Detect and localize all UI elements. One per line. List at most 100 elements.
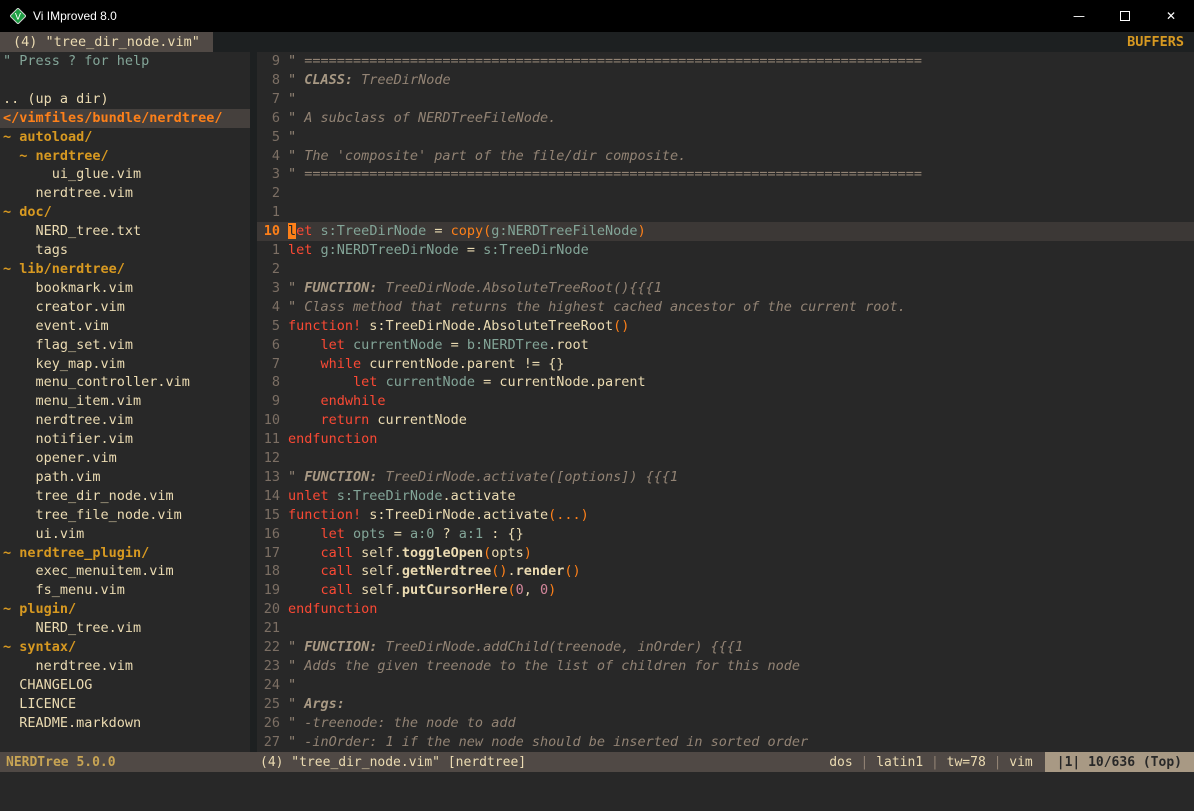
code-line[interactable]: 18 call self.getNerdtree().render(): [257, 562, 1194, 581]
code-line-current[interactable]: 10let s:TreeDirNode = copy(g:NERDTreeFil…: [257, 222, 1194, 241]
close-button[interactable]: ✕: [1148, 0, 1194, 32]
code-line[interactable]: 26" -treenode: the node to add: [257, 714, 1194, 733]
tree-dir-item[interactable]: ~ nerdtree_plugin/: [0, 544, 250, 563]
code-line[interactable]: 6" A subclass of NERDTreeFileNode.: [257, 109, 1194, 128]
code-line[interactable]: 21: [257, 619, 1194, 638]
tree-file-item[interactable]: ui_glue.vim: [0, 165, 250, 184]
code-token: FUNCTION:: [304, 469, 377, 485]
code-line[interactable]: 5": [257, 128, 1194, 147]
tree-file-item[interactable]: exec_menuitem.vim: [0, 562, 250, 581]
code-line[interactable]: 7": [257, 90, 1194, 109]
code-line[interactable]: 9 endwhile: [257, 392, 1194, 411]
tree-file-item[interactable]: creator.vim: [0, 298, 250, 317]
code-line[interactable]: 3" =====================================…: [257, 165, 1194, 184]
code-token: [288, 563, 321, 579]
code-line[interactable]: 22" FUNCTION: TreeDirNode.addChild(treen…: [257, 638, 1194, 657]
code-text: " A subclass of NERDTreeFileNode.: [288, 109, 1194, 128]
tree-up-item[interactable]: .. (up a dir): [0, 90, 250, 109]
tree-dir-item[interactable]: ~ doc/: [0, 203, 250, 222]
code-token: [288, 356, 321, 372]
tree-file-item[interactable]: menu_item.vim: [0, 392, 250, 411]
code-line[interactable]: 15function! s:TreeDirNode.activate(...): [257, 506, 1194, 525]
code-token: =: [442, 337, 466, 353]
statusline-position: |1| 10/636 (Top): [1045, 752, 1194, 772]
code-line[interactable]: 10 return currentNode: [257, 411, 1194, 430]
tree-dir-item[interactable]: ~ plugin/: [0, 600, 250, 619]
code-token: self.: [353, 545, 402, 561]
code-line[interactable]: 12: [257, 449, 1194, 468]
tree-root-item[interactable]: </vimfiles/bundle/nerdtree/: [0, 109, 250, 128]
tree-file-item[interactable]: key_map.vim: [0, 355, 250, 374]
code-text: [288, 619, 1194, 638]
code-line[interactable]: 7 while currentNode.parent != {}: [257, 355, 1194, 374]
code-text: " CLASS: TreeDirNode: [288, 71, 1194, 90]
code-line[interactable]: 23" Adds the given treenode to the list …: [257, 657, 1194, 676]
code-line[interactable]: 20endfunction: [257, 600, 1194, 619]
code-line[interactable]: 24": [257, 676, 1194, 695]
code-line[interactable]: 16 let opts = a:0 ? a:1 : {}: [257, 525, 1194, 544]
tree-file-item[interactable]: CHANGELOG: [0, 676, 250, 695]
tree-file-item[interactable]: NERD_tree.txt: [0, 222, 250, 241]
tree-file-item[interactable]: tree_dir_node.vim: [0, 487, 250, 506]
code-line[interactable]: 4" Class method that returns the highest…: [257, 298, 1194, 317]
tree-file-item[interactable]: tags: [0, 241, 250, 260]
code-line[interactable]: 3" FUNCTION: TreeDirNode.AbsoluteTreeRoo…: [257, 279, 1194, 298]
line-number: 2: [257, 260, 288, 279]
code-line[interactable]: 1: [257, 203, 1194, 222]
code-token: let: [288, 242, 312, 258]
tree-file-item[interactable]: notifier.vim: [0, 430, 250, 449]
code-line[interactable]: 5function! s:TreeDirNode.AbsoluteTreeRoo…: [257, 317, 1194, 336]
tree-file-item[interactable]: README.markdown: [0, 714, 250, 733]
code-token: =: [426, 223, 450, 239]
code-line[interactable]: 8 let currentNode = currentNode.parent: [257, 373, 1194, 392]
tree-file-item[interactable]: tree_file_node.vim: [0, 506, 250, 525]
tree-file-item[interactable]: path.vim: [0, 468, 250, 487]
tree-file-item[interactable]: nerdtree.vim: [0, 184, 250, 203]
minimize-button[interactable]: —: [1056, 0, 1102, 32]
code-line[interactable]: 1let g:NERDTreeDirNode = s:TreeDirNode: [257, 241, 1194, 260]
tabline: (4) "tree_dir_node.vim" BUFFERS: [0, 32, 1194, 52]
vertical-split-separator[interactable]: [250, 52, 257, 752]
tree-file-item[interactable]: fs_menu.vim: [0, 581, 250, 600]
tree-file-item[interactable]: LICENCE: [0, 695, 250, 714]
tree-dir-item[interactable]: ~ nerdtree/: [0, 147, 250, 166]
tree-file-item[interactable]: nerdtree.vim: [0, 411, 250, 430]
line-number: 5: [257, 317, 288, 336]
code-token: g:NERDTreeDirNode: [321, 242, 459, 258]
titlebar[interactable]: V Vi IMproved 8.0 — ✕: [0, 0, 1194, 32]
tree-file-item[interactable]: flag_set.vim: [0, 336, 250, 355]
tree-file-item[interactable]: opener.vim: [0, 449, 250, 468]
code-line[interactable]: 4" The 'composite' part of the file/dir …: [257, 147, 1194, 166]
code-token: ": [288, 696, 304, 712]
code-text: return currentNode: [288, 411, 1194, 430]
code-line[interactable]: 9" =====================================…: [257, 52, 1194, 71]
tree-file-item[interactable]: NERD_tree.vim: [0, 619, 250, 638]
code-text: ": [288, 90, 1194, 109]
code-line[interactable]: 25" Args:: [257, 695, 1194, 714]
tab-tree-dir-node[interactable]: (4) "tree_dir_node.vim": [0, 32, 213, 52]
code-line[interactable]: 2: [257, 260, 1194, 279]
code-token: TreeDirNode.activate([options]) {{{1: [377, 469, 678, 485]
tree-dir-item[interactable]: ~ lib/nerdtree/: [0, 260, 250, 279]
code-line[interactable]: 8" CLASS: TreeDirNode: [257, 71, 1194, 90]
code-line[interactable]: 17 call self.toggleOpen(opts): [257, 544, 1194, 563]
tree-help-line[interactable]: " Press ? for help: [0, 52, 250, 71]
code-line[interactable]: 6 let currentNode = b:NERDTree.root: [257, 336, 1194, 355]
tree-file-item[interactable]: event.vim: [0, 317, 250, 336]
code-line[interactable]: 27" -inOrder: 1 if the new node should b…: [257, 733, 1194, 752]
tree-dir-item[interactable]: ~ syntax/: [0, 638, 250, 657]
tree-file-item[interactable]: ui.vim: [0, 525, 250, 544]
tree-dir-item[interactable]: ~ autoload/: [0, 128, 250, 147]
maximize-button[interactable]: [1102, 0, 1148, 32]
tree-file-item[interactable]: menu_controller.vim: [0, 373, 250, 392]
code-token: " Class method that returns the highest …: [288, 299, 906, 315]
code-line[interactable]: 2: [257, 184, 1194, 203]
code-line[interactable]: 13" FUNCTION: TreeDirNode.activate([opti…: [257, 468, 1194, 487]
tree-file-item[interactable]: nerdtree.vim: [0, 657, 250, 676]
code-token: ": [288, 280, 304, 296]
code-line[interactable]: 14unlet s:TreeDirNode.activate: [257, 487, 1194, 506]
code-line[interactable]: 11endfunction: [257, 430, 1194, 449]
code-text: [288, 260, 1194, 279]
tree-file-item[interactable]: bookmark.vim: [0, 279, 250, 298]
code-line[interactable]: 19 call self.putCursorHere(0, 0): [257, 581, 1194, 600]
